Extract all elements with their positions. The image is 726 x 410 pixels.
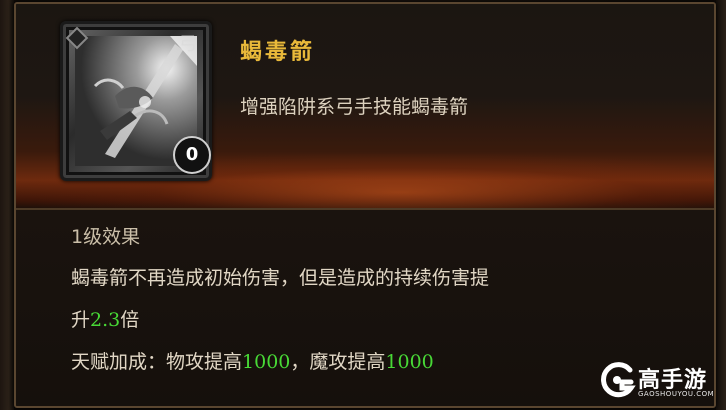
- skill-icon-frame[interactable]: 弓 0: [60, 21, 212, 181]
- effect-heading: 1级效果: [71, 226, 141, 248]
- game-scene: 弓 0 蝎毒箭 增强陷阱系弓手技能蝎毒箭 1级效果 蝎毒箭不再造成初始伤害，但是…: [0, 0, 726, 410]
- talent-prefix: 天赋加成：物攻提高: [71, 351, 243, 373]
- skill-level-badge: 0: [173, 136, 211, 174]
- talent-bonus-line: 天赋加成：物攻提高1000，魔攻提高1000: [71, 347, 434, 374]
- effect-text-line-2: 升2.3倍: [71, 305, 139, 332]
- skill-tooltip-panel: 弓 0 蝎毒箭 增强陷阱系弓手技能蝎毒箭 1级效果 蝎毒箭不再造成初始伤害，但是…: [14, 2, 716, 408]
- background-right-edge: [716, 0, 726, 410]
- watermark-url: GAOSHOUYOU.COM: [638, 390, 715, 398]
- effect-text-line-1: 蝎毒箭不再造成初始伤害，但是造成的持续伤害提: [71, 267, 490, 289]
- brand-logo-icon: [601, 362, 636, 398]
- skill-description: 增强陷阱系弓手技能蝎毒箭: [240, 96, 469, 118]
- site-watermark: 高手游 GAOSHOUYOU.COM: [600, 360, 720, 408]
- damage-multiplier-value: 2.3: [90, 309, 121, 331]
- magic-attack-bonus: 1000: [385, 351, 434, 373]
- skill-name: 蝎毒箭: [240, 39, 316, 65]
- effect-line2-prefix: 升: [71, 309, 91, 331]
- class-badge: 弓: [179, 34, 197, 55]
- background-left-edge: [0, 0, 14, 410]
- effect-line2-suffix: 倍: [120, 309, 140, 331]
- talent-mid: ，魔攻提高: [290, 351, 386, 373]
- physical-attack-bonus: 1000: [242, 351, 291, 373]
